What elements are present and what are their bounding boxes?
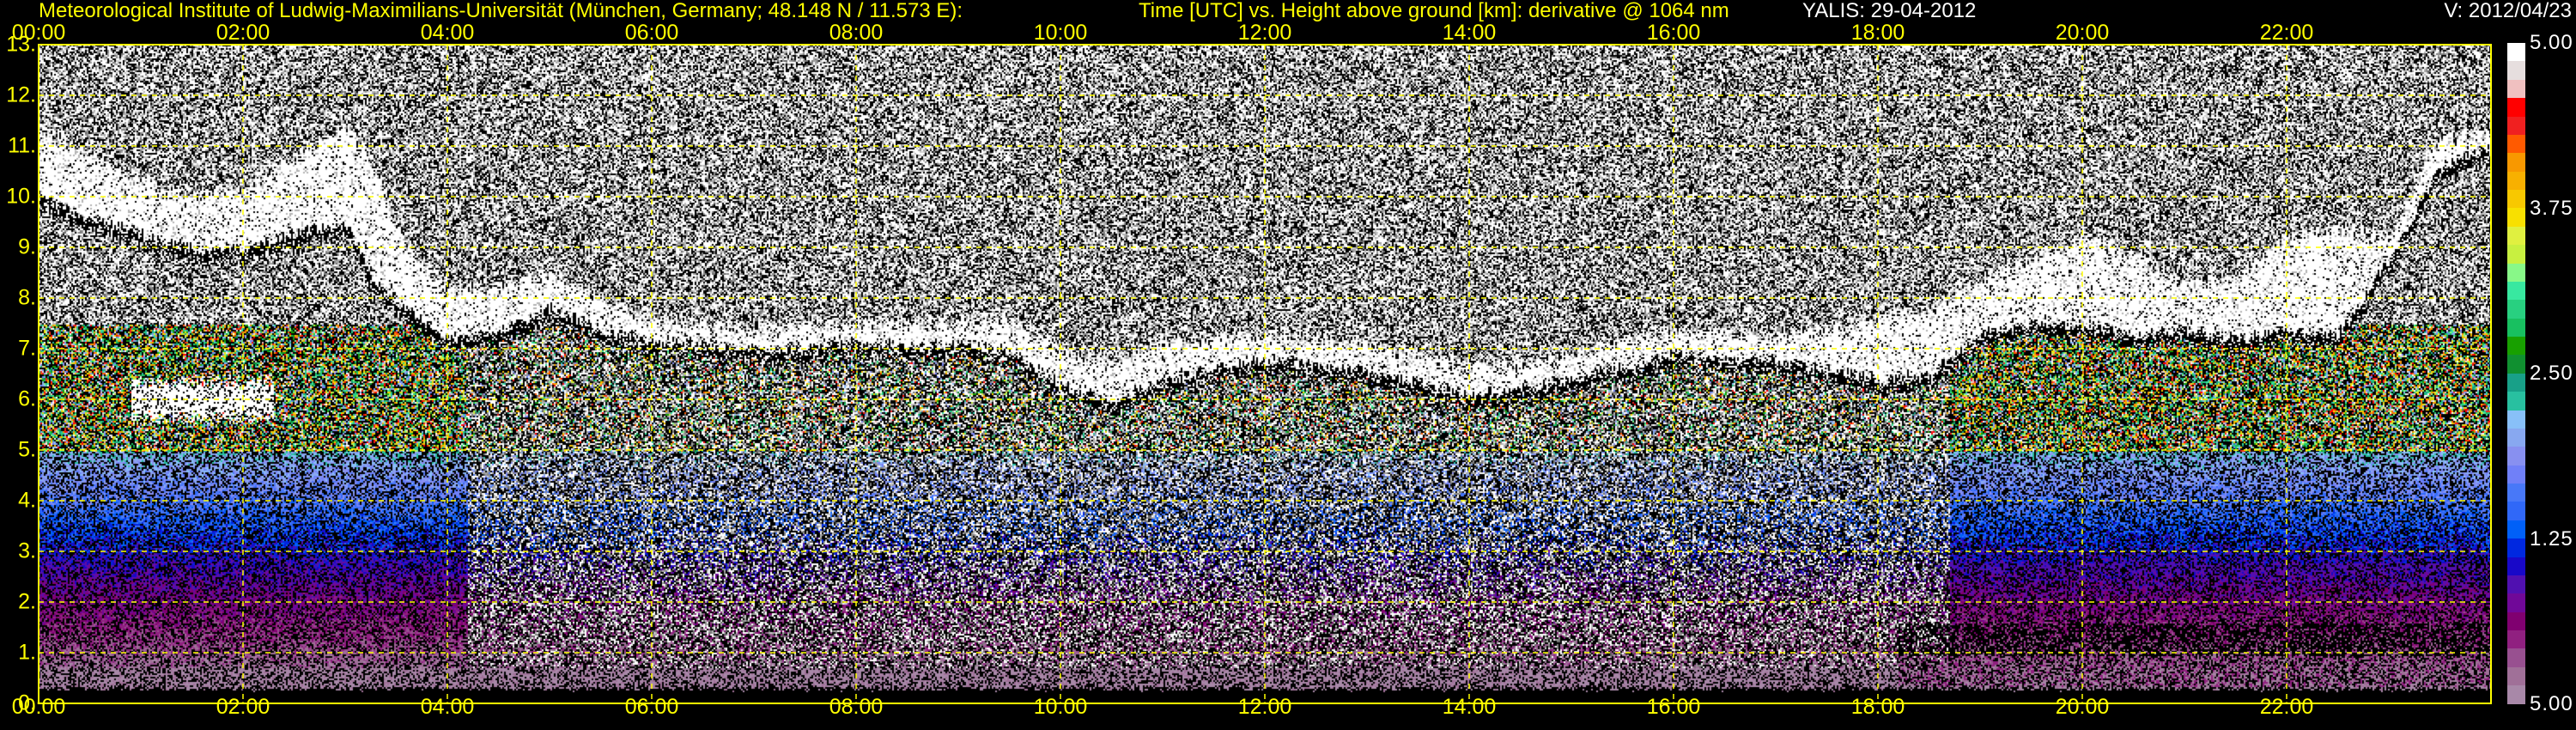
colorbar-band [2507,98,2525,117]
x-tick-label-bottom: 16:00 [1646,695,1701,719]
x-tick-label-top: 02:00 [216,21,270,45]
colorbar-band [2507,685,2525,704]
x-tick-label-bottom: 04:00 [420,695,475,719]
y-tick-label: 4. [18,488,36,513]
x-tick-label-top: 06:00 [624,21,679,45]
x-tick-label-top: 20:00 [2055,21,2110,45]
x-tick-label-top: 14:00 [1442,21,1497,45]
y-tick-label: 9. [18,234,36,259]
colorbar-band [2507,465,2525,484]
colorbar-band [2507,116,2525,135]
y-tick-label: 13. [6,32,36,57]
colorbar-band [2507,79,2525,99]
y-tick-label: 10. [6,184,36,209]
y-tick-label: 8. [18,285,36,310]
x-tick-label-top: 16:00 [1646,21,1701,45]
colorbar-band [2507,648,2525,667]
colorbar-band [2507,190,2525,209]
colorbar-band [2507,520,2525,539]
x-tick-label-bottom: 20:00 [2055,695,2110,719]
x-tick-label-top: 08:00 [829,21,884,45]
colorbar-tick-label: 1.25 [2530,526,2573,551]
y-tick-label: 2. [18,589,36,614]
x-tick-label-bottom: 08:00 [829,695,884,719]
colorbar-band [2507,153,2525,172]
colorbar-band [2507,447,2525,465]
y-tick-label: 7. [18,336,36,361]
y-tick-label: 5. [18,437,36,462]
colorbar-band [2507,410,2525,429]
colorbar-band [2507,666,2525,686]
colorbar-band [2507,392,2525,411]
x-tick-label-top: 04:00 [420,21,475,45]
colorbar-tick-label: 2.50 [2530,362,2573,385]
x-tick-label-bottom: 06:00 [624,695,679,719]
x-tick-label-top: 18:00 [1850,21,1905,45]
colorbar-band [2507,630,2525,649]
colorbar-band [2507,171,2525,190]
colorbar-tick-label: 5.00 [2530,31,2573,54]
y-tick-label: 1. [18,640,36,665]
colorbar-band [2507,593,2525,612]
colorbar-band [2507,226,2525,246]
y-tick-label: 11. [8,133,36,158]
x-tick-label-bottom: 14:00 [1442,695,1497,719]
colorbar-band [2507,281,2525,301]
colorbar-band [2507,373,2525,392]
x-tick-label-bottom: 18:00 [1850,695,1905,719]
institute-header: Meteorological Institute of Ludwig-Maxim… [39,0,963,22]
x-tick-label-top: 12:00 [1237,21,1292,45]
colorbar-band [2507,428,2525,447]
y-tick-label: 3. [18,538,36,563]
colorbar [2507,43,2525,704]
x-tick-label-bottom: 22:00 [2259,695,2314,719]
colorbar-band [2507,337,2525,356]
colorbar-band [2507,61,2525,80]
grid-overlay [38,44,2492,704]
version-label: V: 2012/04/23 [2444,0,2572,22]
x-tick-label-bottom: 10:00 [1033,695,1088,719]
colorbar-band [2507,557,2525,575]
x-tick-label-bottom: 02:00 [216,695,270,719]
plot-area [38,44,2492,704]
colorbar-tick-label: 5.00 [2530,692,2573,715]
colorbar-band [2507,134,2525,154]
colorbar-tick-label: 3.75 [2530,196,2573,220]
colorbar-band [2507,43,2525,62]
colorbar-band [2507,355,2525,374]
y-tick-label: 12. [6,82,36,107]
colorbar-band [2507,538,2525,557]
colorbar-band [2507,611,2525,630]
instrument-date: YALIS: 29-04-2012 [1802,0,1977,22]
colorbar-band [2507,318,2525,337]
colorbar-band [2507,575,2525,594]
x-tick-label-bottom: 12:00 [1237,695,1292,719]
colorbar-band [2507,208,2525,227]
x-tick-label-top: 22:00 [2259,21,2314,45]
colorbar-band [2507,245,2525,264]
colorbar-band [2507,300,2525,319]
y-tick-label: 0. [18,690,36,715]
colorbar-band [2507,502,2525,520]
y-tick-label: 6. [18,386,36,411]
plot-description: Time [UTC] vs. Height above ground [km]:… [1139,0,1729,22]
colorbar-band [2507,263,2525,282]
colorbar-band [2507,484,2525,502]
x-tick-label-top: 10:00 [1033,21,1088,45]
